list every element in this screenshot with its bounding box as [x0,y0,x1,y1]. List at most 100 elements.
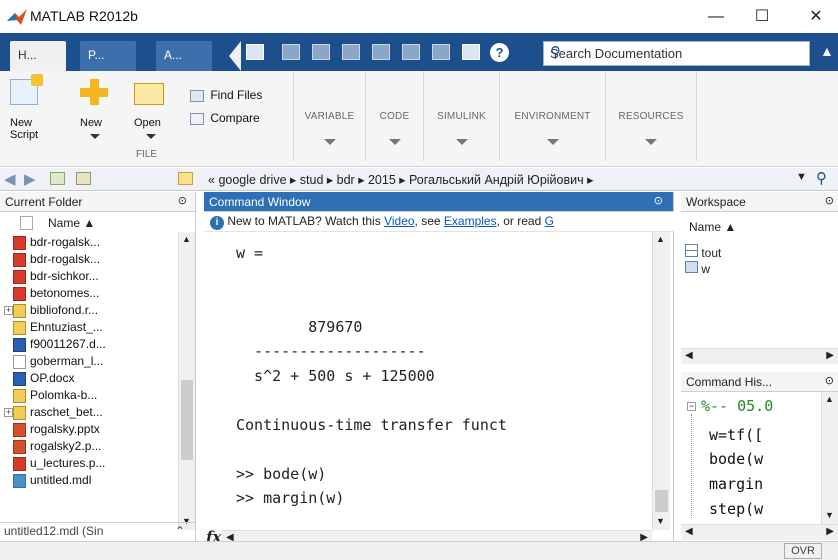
info-icon: i [210,216,224,230]
workspace-var-row[interactable]: tout [685,244,721,260]
file-list-item[interactable]: bdr-sichkor... [13,269,99,286]
save-icon[interactable] [246,44,264,60]
history-entry[interactable]: bode(w [709,450,763,468]
switch-windows-icon[interactable] [462,44,480,60]
expand-icon[interactable]: + [4,306,13,315]
panel-menu-icon[interactable]: ⊙ [825,194,834,207]
file-list-item[interactable]: betonomes... [13,286,99,303]
undo-icon[interactable] [402,44,420,60]
cut-icon[interactable] [312,44,330,60]
tab-home[interactable]: H... [10,41,66,71]
copy-icon[interactable] [342,44,360,60]
collapse-toolstrip-icon[interactable]: ▲ [820,43,838,63]
file-list-item[interactable]: f90011267.d... [13,337,106,354]
history-entry[interactable]: step(w [709,500,763,518]
history-entry[interactable]: margin [709,475,763,493]
command-output[interactable]: w = 879670 ------------------- s^2 + 500… [236,244,652,516]
file-list-item[interactable]: Polomka-b... [13,388,97,405]
details-bar[interactable]: untitled12.mdl (Sin ⌃ [0,522,195,540]
file-list-item[interactable]: bdr-rogalsk... [13,235,100,252]
folder-scrollbar[interactable]: ▲ ▼ [178,232,195,530]
collapse-session-icon[interactable]: − [687,402,696,411]
file-list-item[interactable]: + raschet_bet... [4,405,103,422]
expand-icon[interactable]: + [4,408,13,417]
file-list-item[interactable]: Ehntuziast_... [13,320,103,337]
new-button[interactable]: New [80,79,116,139]
search-folder-icon[interactable]: ⚲ [816,169,827,187]
find-files-button[interactable]: Find Files [190,88,290,106]
compare-button[interactable]: Compare [190,111,290,129]
file-list-item[interactable]: rogalsky.pptx [13,422,100,439]
simulink-section[interactable]: SIMULINK [423,71,499,161]
details-expand-icon[interactable]: ⌃ [175,524,185,538]
variable-label: VARIABLE [304,111,355,122]
paste-icon[interactable] [372,44,390,60]
panel-menu-icon[interactable]: ⊙ [825,374,834,387]
folder-scroll-thumb[interactable] [181,380,193,460]
file-list-item[interactable]: rogalsky2.p... [13,439,101,456]
file-name: u_lectures.p... [30,456,106,470]
help-icon[interactable]: ? [490,43,509,62]
select-all-checkbox[interactable] [20,216,33,230]
scroll-right-icon[interactable]: ▶ [826,350,834,361]
breadcrumb[interactable]: « google drive ▸ stud ▸ bdr ▸ 2015 ▸ Рог… [208,172,593,187]
file-list-item[interactable]: bdr-rogalsk... [13,252,100,269]
minimize-button[interactable]: — [694,2,738,32]
file-list-item[interactable]: + bibliofond.r... [4,303,98,320]
scroll-right-icon[interactable]: ▶ [826,526,834,537]
open-button[interactable]: Open [134,79,174,139]
tab-apps[interactable]: A... [156,41,212,71]
tab-plots[interactable]: P... [80,41,136,71]
file-list-item[interactable]: goberman_l... [13,354,103,371]
breadcrumb-item[interactable]: bdr [337,173,355,187]
scroll-down-icon[interactable]: ▼ [825,510,834,520]
status-bar: OVR [0,541,838,560]
workspace-var-row[interactable]: w [685,261,710,276]
scroll-left-icon[interactable]: ◀ [685,350,693,361]
breadcrumb-item[interactable]: 2015 [368,173,396,187]
command-scrollbar[interactable]: ▲ ▼ [652,232,670,530]
path-dropdown-icon[interactable]: ▼ [796,171,807,183]
file-list-item[interactable]: u_lectures.p... [13,456,106,473]
scroll-up-icon[interactable]: ▲ [182,234,191,244]
back-arrow-icon[interactable]: ◀ [4,170,16,188]
breadcrumb-item[interactable]: Рогальський Андрій Юрійович [409,173,584,187]
workspace-header: Workspace ⊙ [681,192,838,212]
redo-icon[interactable] [432,44,450,60]
resources-section[interactable]: RESOURCES [605,71,697,161]
history-entry[interactable]: w=tf([ [709,426,763,444]
video-link[interactable]: Video [384,214,414,228]
scroll-up-icon[interactable]: ▲ [825,394,834,404]
breadcrumb-item[interactable]: stud [300,173,324,187]
file-list-item[interactable]: untitled.mdl [13,473,91,490]
up-folder-icon[interactable] [50,172,65,185]
browse-folder-icon[interactable] [76,172,91,185]
new-script-button[interactable]: New Script [10,74,54,141]
save-all-icon[interactable] [282,44,300,60]
close-button[interactable]: ✕ [794,2,838,32]
window-title: MATLAB R2012b [30,8,138,24]
examples-link[interactable]: Examples [444,214,497,228]
forward-arrow-icon[interactable]: ▶ [24,170,36,188]
file-icon [13,355,26,369]
search-documentation-input[interactable]: Search Documentation ⚲ [543,41,810,66]
scroll-up-icon[interactable]: ▲ [656,234,665,244]
scroll-left-icon[interactable]: ◀ [685,526,693,537]
name-column-header[interactable]: Name ▲ [48,216,95,230]
workspace-name-column[interactable]: Name ▲ [689,220,736,234]
workspace-hscrollbar[interactable]: ◀ ▶ [681,348,838,364]
history-hscrollbar[interactable]: ◀ ▶ [681,524,838,540]
panel-menu-icon[interactable]: ⊙ [654,194,663,207]
search-icon[interactable]: ⚲ [550,43,803,61]
breadcrumb-item[interactable]: google drive [218,173,286,187]
command-scroll-thumb[interactable] [655,490,668,512]
maximize-button[interactable]: ☐ [740,2,784,32]
file-list-item[interactable]: OP.docx [13,371,74,388]
history-scrollbar[interactable]: ▲ ▼ [821,392,838,524]
getting-started-link[interactable]: G [545,214,554,228]
scroll-down-icon[interactable]: ▼ [656,516,665,526]
variable-section[interactable]: VARIABLE [293,71,365,161]
environment-section[interactable]: ENVIRONMENT [499,71,605,161]
code-section[interactable]: CODE [365,71,423,161]
panel-menu-icon[interactable]: ⊙ [178,194,187,207]
